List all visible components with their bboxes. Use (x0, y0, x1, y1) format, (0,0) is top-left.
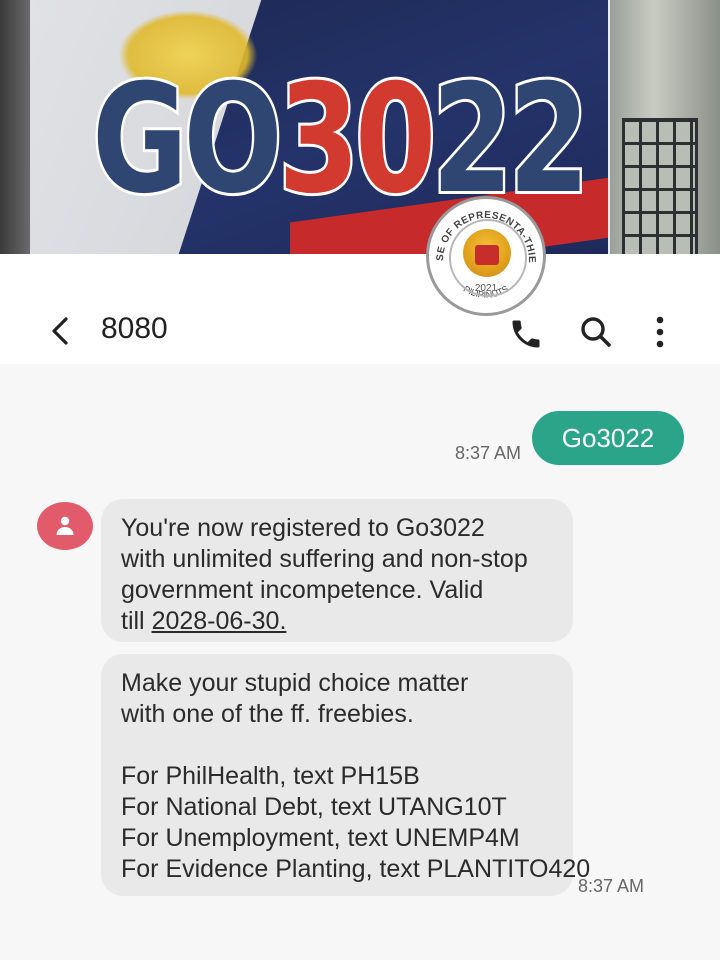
date-link[interactable]: 2028-06-30. (152, 607, 287, 635)
seal-emblem (463, 229, 511, 277)
phone-call-icon[interactable] (508, 316, 544, 352)
back-arrow-icon[interactable] (46, 316, 76, 346)
message-line: with unlimited suffering and non-stop (121, 545, 528, 573)
message-line: You're now registered to Go3022 (121, 514, 485, 542)
message-line: For Evidence Planting, text PLANTITO420 (121, 855, 591, 883)
search-icon[interactable] (578, 314, 614, 350)
message-line: For Unemployment, text UNEMP4M (121, 824, 520, 852)
received-message-time: 8:37 AM (578, 876, 645, 896)
more-options-icon[interactable] (648, 312, 672, 352)
received-message-bubble-1[interactable]: You're now registered to Go3022 with unl… (101, 499, 573, 642)
banner-photo: GO3022 (0, 0, 720, 254)
message-line: with one of the ff. freebies. (121, 700, 414, 728)
seal-logo: HOUSE OF REPRESENTA-THIEVES PILIPINUTS 2… (426, 196, 546, 316)
slogan-part-30: 30 (276, 53, 439, 227)
received-message-bubble-2[interactable]: Make your stupid choice matter with one … (101, 654, 591, 896)
message-line: For National Debt, text UTANG10T (121, 793, 507, 821)
person-icon (56, 516, 74, 535)
contact-avatar[interactable] (37, 502, 93, 550)
sent-message-bubble[interactable]: Go3022 (532, 411, 684, 465)
window-grille (622, 118, 698, 254)
slogan-part-go: GO (90, 53, 285, 227)
banner-slogan: GO3022 (90, 57, 592, 223)
message-line-valid-till: till 2028-06-30. (121, 607, 287, 635)
sent-message-time: 8:37 AM (455, 443, 522, 463)
message-line: For PhilHealth, text PH15B (121, 762, 420, 790)
message-line: government incompetence. Valid (121, 576, 484, 604)
contact-title: 8080 (101, 312, 168, 345)
seal-year: 2021 (474, 283, 498, 294)
message-line: Make your stupid choice matter (121, 669, 469, 697)
banner-pole (0, 0, 30, 254)
